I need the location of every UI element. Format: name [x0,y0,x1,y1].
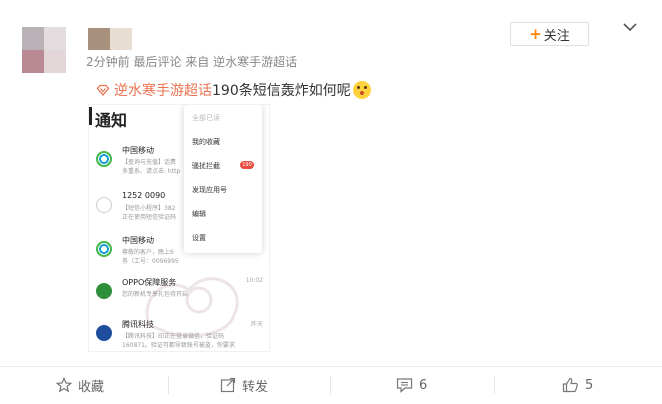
post-meta: 2分钟前 最后评论 来自 逆水寒手游超话 [86,55,298,69]
toolbar-separator [168,376,169,394]
number-sender-icon [96,197,112,213]
message-line: 正在使用短信验证码 [122,214,177,221]
message-sender: 中国移动 [122,146,154,155]
topic-link[interactable]: 逆水寒手游超话 [114,80,212,100]
like-count: 5 [585,377,594,393]
menu-item-spam-block[interactable]: 骚扰拦截 [192,161,220,171]
follow-button[interactable]: + 关注 [510,22,589,46]
like-button[interactable]: 5 [562,376,593,394]
menu-item-mark-all-read[interactable]: 全部已读 [192,113,220,123]
message-line: 【短信小程序】382 [122,205,176,212]
china-mobile-icon [96,151,112,167]
star-icon [56,377,72,393]
message-sender: 中国移动 [122,236,154,245]
avatar[interactable] [22,27,66,73]
post-body-text: 190条短信轰炸如何呢 [212,83,351,99]
super-topic-icon [96,84,110,97]
plus-icon: + [529,25,542,43]
drooling-emoji-icon [352,81,371,99]
thumbs-up-icon [562,377,578,393]
tencent-icon [96,325,112,341]
post-image[interactable]: 通知 中国移动 【查询与充值】话费 多重系、请点击: http 1252 009… [88,104,270,352]
spam-count-badge: 190 [240,161,254,169]
toolbar-divider [0,366,662,367]
china-mobile-icon [96,241,112,257]
comment-icon [396,378,413,393]
message-line: 多重系、请点击: http [122,168,181,175]
popup-menu: 全部已读 我的收藏 骚扰拦截 190 发现应用号 编辑 设置 [184,105,262,253]
toolbar-separator [330,376,331,394]
toolbar-separator [494,376,495,394]
screenshot-title: 通知 [95,111,128,130]
menu-item-discover[interactable]: 发现应用号 [192,185,227,195]
repost-label: 转发 [242,379,269,395]
comment-button[interactable]: 6 [396,376,427,394]
message-sender: 1252 0090 [122,191,166,200]
weibo-post-card: 2分钟前 最后评论 来自 逆水寒手游超话 + 关注 逆水寒手游超话 190条短信… [0,0,662,404]
message-line: 【查询与充值】话费 [122,159,177,166]
back-bar [89,107,92,125]
menu-item-edit[interactable]: 编辑 [192,209,206,219]
repost-button[interactable]: 转发 [220,376,269,395]
post-content: 逆水寒手游超话 190条短信轰炸如何呢 [96,80,371,100]
menu-item-favorites[interactable]: 我的收藏 [192,137,220,147]
username-redacted[interactable] [88,28,132,50]
oppo-icon [96,283,112,299]
favorite-button[interactable]: 收藏 [56,376,105,395]
follow-label: 关注 [543,28,570,44]
comment-count: 6 [419,377,428,393]
favorite-label: 收藏 [78,379,105,395]
repost-icon [220,377,236,393]
chevron-down-icon[interactable] [621,18,639,36]
watermark-graphic [145,277,239,338]
menu-item-settings[interactable]: 设置 [192,233,206,243]
